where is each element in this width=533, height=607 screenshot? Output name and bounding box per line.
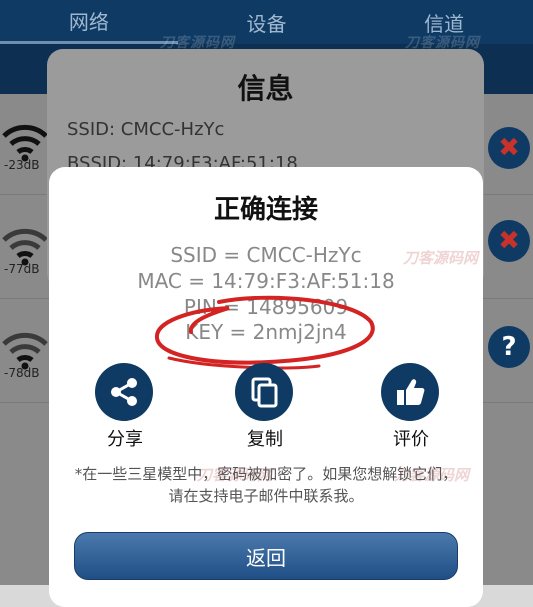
watermark: 刀客源码网 <box>403 249 479 267</box>
connect-dialog: 正确连接 SSID = CMCC-HzYc MAC = 14:79:F3:AF:… <box>49 167 483 607</box>
info-ssid: SSID: CMCC-HzYc <box>67 119 225 140</box>
samsung-note: *在一些三星模型中，密码被加密了。如果您想解锁它们，请在支持电子邮件中联系我。 <box>74 465 458 505</box>
back-button[interactable]: 返回 <box>74 532 458 580</box>
signal-strength: -23dB <box>4 158 40 172</box>
remove-button[interactable]: ✖ <box>488 220 530 262</box>
share-label: 分享 <box>107 429 143 450</box>
help-button[interactable]: ? <box>488 326 530 368</box>
signal-strength: -78dB <box>4 366 40 380</box>
pin-value: PIN = 14895609 <box>183 295 349 319</box>
question-icon: ? <box>501 332 517 362</box>
share-icon <box>95 363 153 421</box>
copy-button[interactable]: 复制 <box>225 363 305 453</box>
close-icon: ✖ <box>498 226 520 256</box>
signal-strength: -77dB <box>4 262 40 276</box>
remove-button[interactable]: ✖ <box>488 127 530 169</box>
info-dialog-title: 信息 <box>237 72 294 105</box>
tab-network[interactable]: 网络 <box>0 0 178 44</box>
key-value: KEY = 2nmj2jn4 <box>185 320 347 344</box>
rate-button[interactable]: 评价 <box>371 363 451 453</box>
copy-icon <box>235 363 293 421</box>
connect-dialog-title: 正确连接 <box>213 195 318 225</box>
rate-label: 评价 <box>393 429 429 450</box>
copy-label: 复制 <box>247 429 283 450</box>
close-icon: ✖ <box>498 133 520 163</box>
thumbs-up-icon <box>381 363 439 421</box>
share-button[interactable]: 分享 <box>85 363 165 453</box>
mac-value: MAC = 14:79:F3:AF:51:18 <box>137 269 395 293</box>
